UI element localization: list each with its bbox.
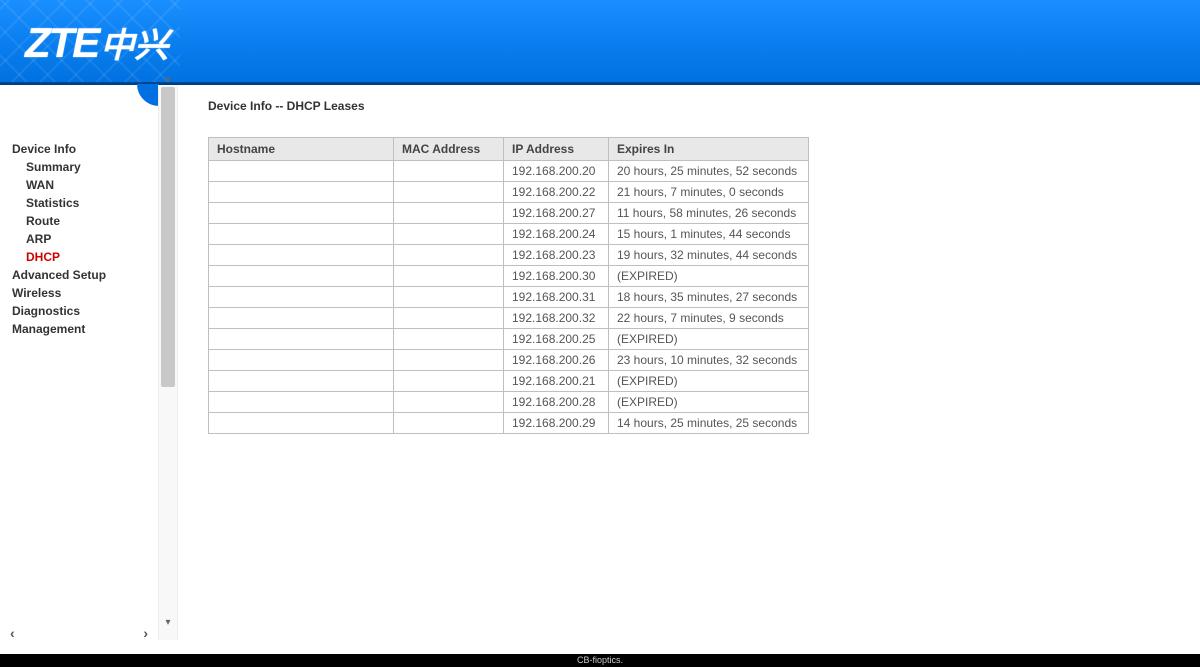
scroll-left-icon[interactable]: ‹ bbox=[10, 625, 15, 641]
header: ZTE 中兴 bbox=[0, 0, 1200, 85]
th-mac: MAC Address bbox=[394, 138, 504, 161]
cell-hostname bbox=[209, 287, 394, 308]
nav-item-management[interactable]: Management bbox=[12, 320, 158, 338]
nav-item-wireless[interactable]: Wireless bbox=[12, 284, 158, 302]
scroll-right-icon[interactable]: › bbox=[143, 625, 148, 641]
cell-expires: 23 hours, 10 minutes, 32 seconds bbox=[609, 350, 809, 371]
page-title: Device Info -- DHCP Leases bbox=[208, 99, 1170, 113]
table-row: 192.168.200.3222 hours, 7 minutes, 9 sec… bbox=[209, 308, 809, 329]
nav-menu: Device InfoSummaryWANStatisticsRouteARPD… bbox=[0, 85, 158, 338]
table-row: 192.168.200.2711 hours, 58 minutes, 26 s… bbox=[209, 203, 809, 224]
brand-logo: ZTE 中兴 bbox=[25, 18, 168, 67]
sidebar: Device InfoSummaryWANStatisticsRouteARPD… bbox=[0, 85, 158, 640]
cell-ip: 192.168.200.24 bbox=[504, 224, 609, 245]
nav-item-device-info[interactable]: Device Info bbox=[12, 140, 158, 158]
footer-bar: CB-fioptics. bbox=[0, 654, 1200, 667]
table-row: 192.168.200.28(EXPIRED) bbox=[209, 392, 809, 413]
cell-ip: 192.168.200.29 bbox=[504, 413, 609, 434]
cell-ip: 192.168.200.27 bbox=[504, 203, 609, 224]
table-row: 192.168.200.2221 hours, 7 minutes, 0 sec… bbox=[209, 182, 809, 203]
cell-hostname bbox=[209, 308, 394, 329]
cell-expires: (EXPIRED) bbox=[609, 392, 809, 413]
footer-text: CB-fioptics. bbox=[577, 655, 623, 665]
table-row: 192.168.200.25(EXPIRED) bbox=[209, 329, 809, 350]
brand-logo-cn: 中兴 bbox=[100, 18, 168, 67]
th-hostname: Hostname bbox=[209, 138, 394, 161]
cell-mac bbox=[394, 413, 504, 434]
cell-mac bbox=[394, 329, 504, 350]
cell-hostname bbox=[209, 371, 394, 392]
cell-hostname bbox=[209, 245, 394, 266]
cell-mac bbox=[394, 203, 504, 224]
nav-item-statistics[interactable]: Statistics bbox=[12, 194, 158, 212]
cell-expires: (EXPIRED) bbox=[609, 266, 809, 287]
nav-item-advanced-setup[interactable]: Advanced Setup bbox=[12, 266, 158, 284]
cell-hostname bbox=[209, 392, 394, 413]
cell-ip: 192.168.200.28 bbox=[504, 392, 609, 413]
cell-mac bbox=[394, 161, 504, 182]
header-corner-curve bbox=[137, 84, 159, 106]
cell-ip: 192.168.200.32 bbox=[504, 308, 609, 329]
cell-hostname bbox=[209, 413, 394, 434]
cell-expires: 15 hours, 1 minutes, 44 seconds bbox=[609, 224, 809, 245]
cell-expires: (EXPIRED) bbox=[609, 371, 809, 392]
nav-item-dhcp[interactable]: DHCP bbox=[12, 248, 158, 266]
cell-mac bbox=[394, 371, 504, 392]
cell-hostname bbox=[209, 266, 394, 287]
th-expires: Expires In bbox=[609, 138, 809, 161]
table-row: 192.168.200.2623 hours, 10 minutes, 32 s… bbox=[209, 350, 809, 371]
cell-expires: 18 hours, 35 minutes, 27 seconds bbox=[609, 287, 809, 308]
cell-ip: 192.168.200.22 bbox=[504, 182, 609, 203]
table-row: 192.168.200.21(EXPIRED) bbox=[209, 371, 809, 392]
cell-mac bbox=[394, 350, 504, 371]
cell-expires: 11 hours, 58 minutes, 26 seconds bbox=[609, 203, 809, 224]
cell-ip: 192.168.200.31 bbox=[504, 287, 609, 308]
cell-mac bbox=[394, 266, 504, 287]
cell-expires: 22 hours, 7 minutes, 9 seconds bbox=[609, 308, 809, 329]
table-row: 192.168.200.3118 hours, 35 minutes, 27 s… bbox=[209, 287, 809, 308]
scroll-thumb[interactable] bbox=[161, 87, 175, 387]
horizontal-scroll[interactable]: ‹ › bbox=[0, 625, 158, 640]
cell-mac bbox=[394, 245, 504, 266]
cell-ip: 192.168.200.20 bbox=[504, 161, 609, 182]
nav-item-summary[interactable]: Summary bbox=[12, 158, 158, 176]
table-row: 192.168.200.2415 hours, 1 minutes, 44 se… bbox=[209, 224, 809, 245]
nav-item-route[interactable]: Route bbox=[12, 212, 158, 230]
table-row: 192.168.200.30(EXPIRED) bbox=[209, 266, 809, 287]
cell-expires: (EXPIRED) bbox=[609, 329, 809, 350]
table-row: 192.168.200.2020 hours, 25 minutes, 52 s… bbox=[209, 161, 809, 182]
cell-hostname bbox=[209, 203, 394, 224]
cell-hostname bbox=[209, 350, 394, 371]
table-row: 192.168.200.2319 hours, 32 minutes, 44 s… bbox=[209, 245, 809, 266]
cell-expires: 14 hours, 25 minutes, 25 seconds bbox=[609, 413, 809, 434]
table-row: 192.168.200.2914 hours, 25 minutes, 25 s… bbox=[209, 413, 809, 434]
cell-mac bbox=[394, 287, 504, 308]
cell-mac bbox=[394, 392, 504, 413]
cell-ip: 192.168.200.23 bbox=[504, 245, 609, 266]
brand-logo-en: ZTE bbox=[25, 19, 98, 67]
cell-ip: 192.168.200.26 bbox=[504, 350, 609, 371]
nav-item-diagnostics[interactable]: Diagnostics bbox=[12, 302, 158, 320]
cell-ip: 192.168.200.30 bbox=[504, 266, 609, 287]
nav-item-wan[interactable]: WAN bbox=[12, 176, 158, 194]
cell-hostname bbox=[209, 329, 394, 350]
main-content: Device Info -- DHCP Leases Hostname MAC … bbox=[178, 85, 1200, 640]
cell-ip: 192.168.200.25 bbox=[504, 329, 609, 350]
scroll-up-icon[interactable]: ▴ bbox=[161, 71, 175, 85]
cell-mac bbox=[394, 308, 504, 329]
cell-ip: 192.168.200.21 bbox=[504, 371, 609, 392]
scroll-down-icon[interactable]: ▾ bbox=[161, 615, 175, 629]
cell-expires: 19 hours, 32 minutes, 44 seconds bbox=[609, 245, 809, 266]
cell-expires: 20 hours, 25 minutes, 52 seconds bbox=[609, 161, 809, 182]
cell-mac bbox=[394, 182, 504, 203]
th-ip: IP Address bbox=[504, 138, 609, 161]
cell-hostname bbox=[209, 224, 394, 245]
nav-item-arp[interactable]: ARP bbox=[12, 230, 158, 248]
cell-mac bbox=[394, 224, 504, 245]
cell-hostname bbox=[209, 182, 394, 203]
dhcp-leases-table: Hostname MAC Address IP Address Expires … bbox=[208, 137, 809, 434]
cell-hostname bbox=[209, 161, 394, 182]
cell-expires: 21 hours, 7 minutes, 0 seconds bbox=[609, 182, 809, 203]
sidebar-scrollbar[interactable]: ▴ ▾ bbox=[158, 85, 178, 640]
